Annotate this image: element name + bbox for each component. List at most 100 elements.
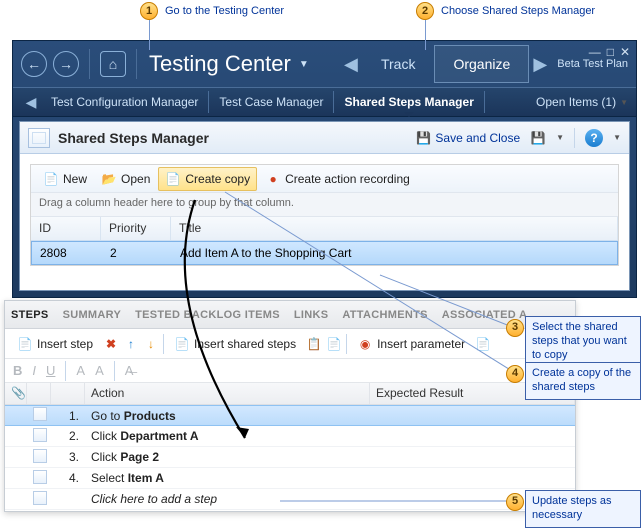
- cell-action: Click Department A: [85, 427, 370, 445]
- chevron-down-icon[interactable]: ▼: [556, 133, 564, 142]
- cell-attach: [5, 476, 27, 480]
- bold-button[interactable]: B: [13, 363, 22, 378]
- clear-format-button[interactable]: A̶: [125, 363, 134, 378]
- step-row[interactable]: 4. Select Item A: [5, 468, 575, 489]
- cell-priority: 2: [102, 242, 172, 264]
- toolbar-icon-c[interactable]: 📄: [475, 336, 491, 352]
- move-down-button[interactable]: ↓: [143, 336, 159, 352]
- callout-num-3: 3: [506, 319, 524, 337]
- callout-text-2: Choose Shared Steps Manager: [438, 4, 598, 18]
- grid-row-selected[interactable]: 2808 2 Add Item A to the Shopping Cart: [31, 241, 618, 265]
- col-type[interactable]: [27, 383, 51, 404]
- cell-attach: [5, 434, 27, 438]
- subnav: ◀ Test Configuration Manager Test Case M…: [13, 87, 636, 117]
- action-pre: Select: [91, 471, 128, 485]
- col-priority[interactable]: Priority: [101, 217, 171, 240]
- insert-parameter-button[interactable]: ◉Insert parameter: [351, 333, 471, 355]
- help-button[interactable]: ?: [585, 129, 603, 147]
- steps-panel: STEPS SUMMARY TESTED BACKLOG ITEMS LINKS…: [4, 300, 576, 512]
- nav-forward-button[interactable]: →: [53, 51, 79, 77]
- cell-num: 2.: [51, 427, 85, 445]
- maximize-icon[interactable]: □: [607, 45, 614, 59]
- step-row[interactable]: 3. Click Page 2: [5, 447, 575, 468]
- callout-5: 5 Update steps as necessary: [525, 490, 641, 528]
- cell-num: 4.: [51, 469, 85, 487]
- col-number[interactable]: [51, 383, 85, 404]
- close-icon[interactable]: ✕: [620, 45, 630, 59]
- chevron-down-icon[interactable]: ▼: [613, 133, 621, 142]
- chevron-down-icon: ▼: [299, 59, 309, 70]
- callout-text-3: Select the shared steps that you want to…: [532, 321, 627, 361]
- tab-organize[interactable]: Organize: [434, 45, 529, 83]
- chevron-down-icon: ▼: [620, 98, 628, 107]
- page-title[interactable]: Testing Center ▼: [149, 51, 309, 77]
- steps-toolbar: 📄Insert step ✖ ↑ ↓ 📄Insert shared steps …: [5, 329, 575, 359]
- subnav-sharedsteps[interactable]: Shared Steps Manager: [334, 91, 484, 113]
- toolbar-icon-b[interactable]: 📄: [326, 336, 342, 352]
- underline-button[interactable]: U: [46, 363, 55, 378]
- new-button[interactable]: 📄New: [37, 168, 93, 190]
- minimize-icon[interactable]: —: [589, 45, 601, 59]
- open-button[interactable]: 📂Open: [95, 168, 156, 190]
- tab-backlog[interactable]: TESTED BACKLOG ITEMS: [135, 309, 280, 321]
- tab-links[interactable]: LINKS: [294, 309, 329, 321]
- rec-label: Create action recording: [285, 172, 410, 186]
- record-icon: ●: [265, 171, 281, 187]
- create-copy-button[interactable]: 📄Create copy: [158, 167, 257, 191]
- insert-shared-steps-button[interactable]: 📄Insert shared steps: [168, 333, 302, 355]
- tab-attachments[interactable]: ATTACHMENTS: [342, 309, 427, 321]
- move-up-button[interactable]: ↑: [123, 336, 139, 352]
- tabs-prev-icon[interactable]: ◀: [340, 46, 362, 82]
- subnav-testcase[interactable]: Test Case Manager: [209, 91, 334, 113]
- action-bold: Page 2: [120, 450, 159, 464]
- highlight-button[interactable]: A: [95, 363, 104, 378]
- home-button[interactable]: ⌂: [100, 51, 126, 77]
- delete-step-button[interactable]: ✖: [103, 336, 119, 352]
- italic-button[interactable]: I: [32, 363, 36, 378]
- step-row[interactable]: 2. Click Department A: [5, 426, 575, 447]
- col-id[interactable]: ID: [31, 217, 101, 240]
- save-icon-alt[interactable]: 💾: [530, 130, 546, 146]
- col-attachment[interactable]: 📎: [5, 383, 27, 404]
- step-row[interactable]: 1. Go to Products: [5, 405, 575, 426]
- add-step-row[interactable]: Click here to add a step: [5, 489, 575, 510]
- open-items[interactable]: Open Items (1) ▼: [536, 95, 628, 109]
- action-pre: Click: [91, 429, 120, 443]
- copy-label: Create copy: [185, 172, 250, 186]
- step-grid-header: 📎 Action Expected Result: [5, 383, 575, 405]
- font-color-button[interactable]: A: [76, 363, 85, 378]
- tab-track[interactable]: Track: [362, 45, 434, 83]
- subnav-config[interactable]: Test Configuration Manager: [41, 91, 209, 113]
- tab-associated[interactable]: ASSOCIATED A...: [442, 309, 538, 321]
- cell-attach: [5, 455, 27, 459]
- save-label: Save and Close: [435, 131, 520, 145]
- top-tabs: ◀ Track Organize ▶ Beta Test Plan: [340, 45, 628, 83]
- cell-action: Go to Products: [85, 407, 370, 425]
- group-by-strip[interactable]: Drag a column header here to group by th…: [31, 193, 618, 217]
- cell-expected: [370, 414, 575, 418]
- format-toolbar: B I U A A A̶: [5, 359, 575, 383]
- col-title[interactable]: Title: [171, 217, 618, 240]
- callout-4: 4 Create a copy of the shared steps: [525, 362, 641, 400]
- create-recording-button[interactable]: ● Create action recording: [259, 168, 416, 190]
- insert-step-button[interactable]: 📄Insert step: [11, 333, 99, 355]
- col-action[interactable]: Action: [85, 383, 370, 404]
- cell-type-icon: [27, 489, 51, 510]
- tabs-next-icon[interactable]: ▶: [529, 46, 551, 82]
- cell-type-icon: [27, 426, 51, 447]
- toolbar-icon-a[interactable]: 📋: [306, 336, 322, 352]
- tab-summary[interactable]: SUMMARY: [63, 309, 122, 321]
- nav-back-button[interactable]: ←: [21, 51, 47, 77]
- callout-1: 1 Go to the Testing Center: [140, 2, 287, 20]
- window-controls: — □ ✕: [589, 45, 630, 59]
- insert-step-icon: 📄: [17, 336, 33, 352]
- cell-action: Click Page 2: [85, 448, 370, 466]
- plan-label[interactable]: Beta Test Plan: [557, 58, 628, 70]
- subnav-back-icon[interactable]: ◀: [21, 94, 41, 111]
- cell-expected: [370, 455, 575, 459]
- parameter-icon: ◉: [357, 336, 373, 352]
- save-and-close-button[interactable]: 💾 Save and Close: [415, 130, 520, 146]
- action-bold: Item A: [128, 471, 164, 485]
- tab-steps[interactable]: STEPS: [11, 309, 49, 321]
- separator: [89, 49, 90, 79]
